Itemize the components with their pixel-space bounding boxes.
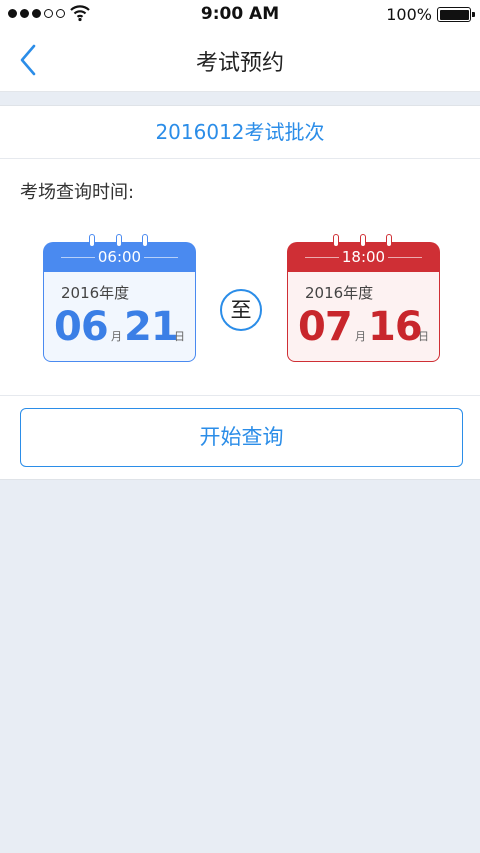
start-month-unit: 月: [111, 330, 122, 343]
navigation-bar: 考试预约: [0, 28, 480, 92]
start-year: 2016年度: [61, 284, 130, 302]
end-calendar-body: 2016年度 07 月 16 日: [287, 272, 440, 362]
end-day-unit: 日: [418, 330, 429, 343]
end-month: 07: [298, 304, 353, 350]
start-day-unit: 日: [174, 330, 185, 343]
calendar-ring-icon: [116, 234, 122, 247]
start-calendar-body: 2016年度 06 月 21 日: [43, 272, 196, 362]
start-day: 21: [124, 304, 179, 350]
section-spacer: [0, 93, 480, 105]
end-month-unit: 月: [355, 330, 366, 343]
end-year: 2016年度: [305, 284, 374, 302]
query-time-label: 考场查询时间:: [20, 182, 135, 203]
battery-icon: [437, 7, 475, 22]
battery-percentage: 100%: [386, 5, 432, 24]
exam-booking-card: 2016012考试批次 考场查询时间: 06:00 2016年度 06 月 21…: [0, 105, 480, 480]
calendar-ring-icon: [89, 234, 95, 247]
page-title: 考试预约: [195, 51, 284, 76]
start-query-button[interactable]: 开始查询: [20, 408, 463, 467]
start-date-calendar[interactable]: 06:00 2016年度 06 月 21 日: [43, 234, 196, 362]
status-bar: 9:00 AM 100%: [0, 0, 480, 28]
start-month: 06: [54, 304, 109, 350]
calendar-ring-icon: [360, 234, 366, 247]
calendar-ring-icon: [142, 234, 148, 247]
end-day: 16: [368, 304, 423, 350]
end-date-calendar[interactable]: 18:00 2016年度 07 月 16 日: [287, 234, 440, 362]
calendar-ring-icon: [386, 234, 392, 247]
exam-batch-selector[interactable]: 2016012考试批次: [0, 106, 480, 159]
divider: [0, 395, 480, 396]
calendar-ring-icon: [333, 234, 339, 247]
date-range-separator: 至: [220, 289, 262, 331]
